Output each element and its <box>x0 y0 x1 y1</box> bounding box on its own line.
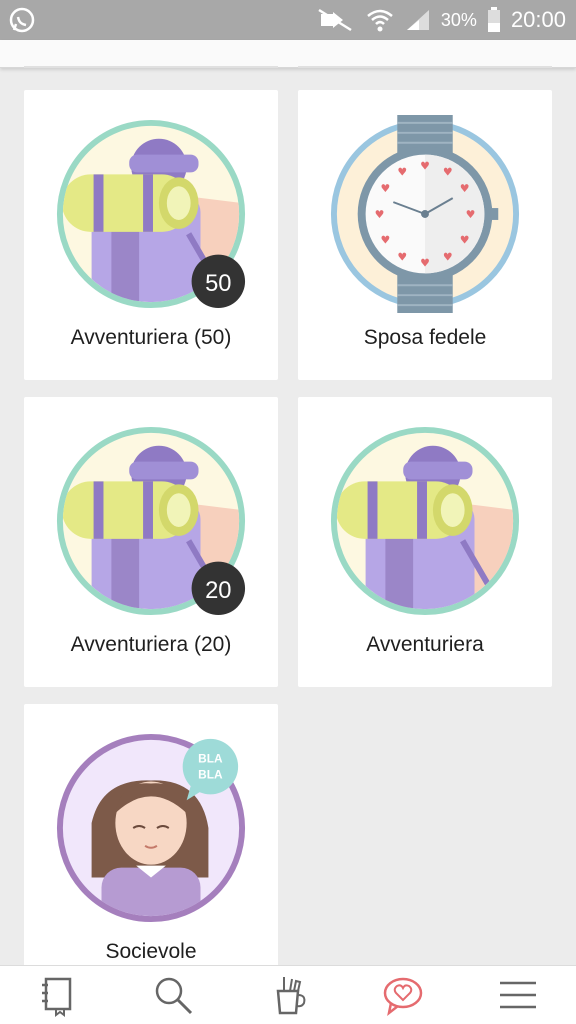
svg-text:♥: ♥ <box>420 256 430 269</box>
badge-card-avventuriera[interactable]: Avventuriera <box>298 397 552 687</box>
tools-icon <box>276 977 306 1015</box>
wifi-icon <box>367 9 393 32</box>
svg-text:♥: ♥ <box>397 251 407 264</box>
mute-icon <box>318 8 352 32</box>
card-label: Avventuriera <box>366 633 484 656</box>
badge-count: 50 <box>205 270 231 297</box>
status-bar: 30% 20:00 <box>0 0 576 40</box>
nav-community[interactable] <box>346 966 461 1024</box>
backpacker-icon <box>330 426 520 616</box>
battery-percentage: 30% <box>440 9 477 30</box>
badge-card-avventuriera-20[interactable]: 20 Avventuriera (20) <box>24 397 278 687</box>
card-label: Avventuriera (50) <box>70 326 232 349</box>
card-label: Avventuriera (20) <box>70 633 232 656</box>
svg-text:♥: ♥ <box>375 208 385 221</box>
notebook-icon <box>41 977 71 1017</box>
signal-icon <box>406 10 429 30</box>
chat-heart-icon <box>383 977 423 1017</box>
speech-bubble-text-1: BLA <box>198 752 223 766</box>
svg-text:♥: ♥ <box>381 182 391 195</box>
svg-text:♥: ♥ <box>443 251 453 264</box>
svg-text:♥: ♥ <box>466 208 476 221</box>
previous-card-edge-left <box>24 40 278 68</box>
nav-tools[interactable] <box>230 966 345 1024</box>
nav-notebook[interactable] <box>0 966 115 1024</box>
svg-text:♥: ♥ <box>460 234 470 247</box>
card-label: Socievole <box>105 940 197 963</box>
badge-count: 20 <box>205 577 231 604</box>
nav-menu[interactable] <box>461 966 576 1024</box>
search-icon <box>155 977 192 1015</box>
whatsapp-icon <box>9 7 35 33</box>
previous-card-edge-right <box>298 40 552 68</box>
card-label: Sposa fedele <box>363 326 487 349</box>
previous-cards-edge <box>0 40 576 68</box>
speech-bubble-text-2: BLA <box>198 768 223 782</box>
backpacker-icon: 20 <box>56 426 246 616</box>
clock: 20:00 <box>510 7 566 32</box>
badge-card-socievole[interactable]: BLA BLA Socievole <box>24 704 278 994</box>
social-girl-icon: BLA BLA <box>56 733 246 923</box>
battery-icon <box>487 7 500 32</box>
svg-text:♥: ♥ <box>381 234 391 247</box>
badge-card-sposa-fedele[interactable]: ♥ ♥ ♥ ♥ ♥ ♥ ♥ ♥ ♥ ♥ ♥ ♥ Sposa fedele <box>298 90 552 380</box>
watch-icon: ♥ ♥ ♥ ♥ ♥ ♥ ♥ ♥ ♥ ♥ ♥ ♥ <box>330 115 520 313</box>
svg-text:♥: ♥ <box>397 165 407 178</box>
svg-text:♥: ♥ <box>443 165 453 178</box>
svg-text:♥: ♥ <box>460 182 470 195</box>
bottom-navigation <box>0 965 576 1024</box>
nav-search[interactable] <box>115 966 230 1024</box>
menu-icon <box>500 981 537 1009</box>
badge-card-avventuriera-50[interactable]: 50 Avventuriera (50) <box>24 90 278 380</box>
svg-text:♥: ♥ <box>420 159 430 172</box>
backpacker-icon: 50 <box>56 119 246 309</box>
